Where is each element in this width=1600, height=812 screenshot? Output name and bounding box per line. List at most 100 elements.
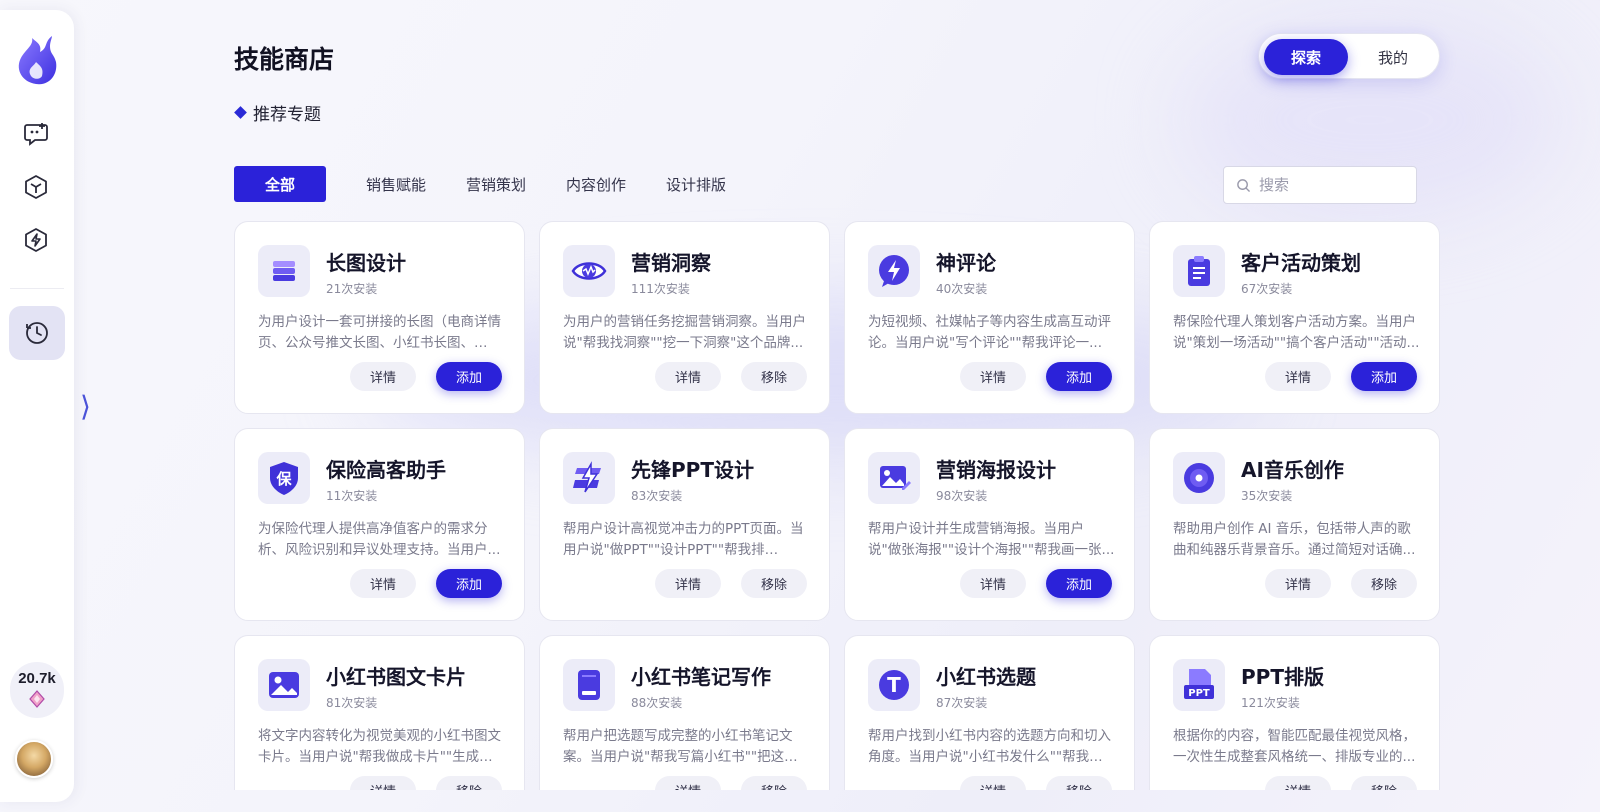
search-icon xyxy=(1237,178,1250,192)
details-button[interactable]: 详情 xyxy=(960,569,1026,598)
add-button[interactable]: 添加 xyxy=(436,569,502,598)
skill-description: 帮用户把选题写成完整的小红书笔记文案。当用户说"帮我写篇小红书""把这个... xyxy=(563,728,793,765)
skill-title: PPT排版 xyxy=(1241,665,1324,689)
notebook-icon xyxy=(563,659,615,711)
cube-icon[interactable] xyxy=(19,170,53,204)
skill-actions: 详情 移除 xyxy=(1265,569,1417,598)
skill-description: 为短视频、社媒帖子等内容生成高互动评论。当用户说"写个评论""帮我评论一... xyxy=(868,314,1111,351)
skill-actions: 详情 移除 xyxy=(655,569,807,598)
flame-logo-icon[interactable] xyxy=(14,32,60,88)
eye-icon xyxy=(563,245,615,297)
skill-description: 根据你的内容，智能匹配最佳视觉风格，一次性生成整套风格统一、排版专业的... xyxy=(1173,728,1416,765)
details-button[interactable]: 详情 xyxy=(350,362,416,391)
expand-sidebar-chevron-icon[interactable]: ⟩ xyxy=(80,390,91,423)
skill-card-8[interactable]: 小红书图文卡片 81次安装 将文字内容转化为视觉美观的小红书图文卡片。当用户说"… xyxy=(234,635,525,790)
skill-installs: 83次安装 xyxy=(631,489,683,503)
skill-description: 帮用户找到小红书内容的选题方向和切入角度。当用户说"小红书发什么""帮我想... xyxy=(868,728,1111,765)
skill-installs: 121次安装 xyxy=(1241,696,1300,710)
svg-text:保: 保 xyxy=(275,470,292,488)
svg-text:PPT: PPT xyxy=(1188,688,1210,699)
details-button[interactable]: 详情 xyxy=(1265,569,1331,598)
shield-icon: 保 xyxy=(258,452,310,504)
details-button[interactable]: 详情 xyxy=(655,362,721,391)
details-button[interactable]: 详情 xyxy=(960,776,1026,790)
skill-description: 帮助用户创作 AI 音乐，包括带人声的歌曲和纯器乐背景音乐。通过简短对话确... xyxy=(1173,521,1416,558)
svg-text:T: T xyxy=(887,673,901,697)
add-button[interactable]: 添加 xyxy=(1351,362,1417,391)
tab-sales[interactable]: 销售赋能 xyxy=(366,166,426,202)
mine-button[interactable]: 我的 xyxy=(1351,39,1435,75)
lightning-icon[interactable] xyxy=(19,223,53,257)
remove-button[interactable]: 移除 xyxy=(1046,776,1112,790)
remove-button[interactable]: 移除 xyxy=(436,776,502,790)
lightning-bubble-icon xyxy=(868,245,920,297)
skill-card-5[interactable]: 先锋PPT设计 83次安装 帮用户设计高视觉冲击力的PPT页面。当用户说"做PP… xyxy=(539,428,830,621)
skill-installs: 11次安装 xyxy=(326,489,378,503)
skill-card-6[interactable]: 营销海报设计 98次安装 帮用户设计并生成营销海报。当用户说"做张海报""设计个… xyxy=(844,428,1135,621)
add-button[interactable]: 添加 xyxy=(436,362,502,391)
tab-marketing[interactable]: 营销策划 xyxy=(466,166,526,202)
layers-icon xyxy=(258,245,310,297)
search-box[interactable] xyxy=(1223,166,1417,204)
search-input[interactable] xyxy=(1259,176,1399,194)
remove-button[interactable]: 移除 xyxy=(741,569,807,598)
tab-all[interactable]: 全部 xyxy=(234,166,326,202)
skill-title: 小红书选题 xyxy=(936,665,1036,689)
details-button[interactable]: 详情 xyxy=(655,776,721,790)
details-button[interactable]: 详情 xyxy=(350,776,416,790)
skill-installs: 88次安装 xyxy=(631,696,683,710)
skill-description: 为用户设计一套可拼接的长图（电商详情页、公众号推文长图、小红书长图、H5... xyxy=(258,314,501,351)
clipboard-icon xyxy=(1173,245,1225,297)
skill-installs: 98次安装 xyxy=(936,489,988,503)
skill-title: 先锋PPT设计 xyxy=(631,458,754,482)
skill-title: 小红书笔记写作 xyxy=(631,665,771,689)
skill-actions: 详情 移除 xyxy=(655,362,807,391)
remove-button[interactable]: 移除 xyxy=(1351,569,1417,598)
image-edit-icon xyxy=(868,452,920,504)
skill-card-9[interactable]: 小红书笔记写作 88次安装 帮用户把选题写成完整的小红书笔记文案。当用户说"帮我… xyxy=(539,635,830,790)
skill-description: 为用户的营销任务挖掘营销洞察。当用户说"帮我找洞察""挖一下洞察"这个品牌... xyxy=(563,314,806,351)
skills-grid-viewport: 长图设计 21次安装 为用户设计一套可拼接的长图（电商详情页、公众号推文长图、小… xyxy=(234,221,1444,790)
skill-actions: 详情 添加 xyxy=(960,362,1112,391)
history-icon[interactable] xyxy=(9,306,65,360)
skill-title: 小红书图文卡片 xyxy=(326,665,466,689)
skill-title: AI音乐创作 xyxy=(1241,458,1344,482)
skill-actions: 详情 移除 xyxy=(350,776,502,790)
skill-card-7[interactable]: AI音乐创作 35次安装 帮助用户创作 AI 音乐，包括带人声的歌曲和纯器乐背景… xyxy=(1149,428,1440,621)
details-button[interactable]: 详情 xyxy=(350,569,416,598)
remove-button[interactable]: 移除 xyxy=(741,362,807,391)
skill-title: 保险高客助手 xyxy=(326,458,446,482)
skill-card-4[interactable]: 保 保险高客助手 11次安装 为保险代理人提供高净值客户的需求分析、风险识别和异… xyxy=(234,428,525,621)
tab-content[interactable]: 内容创作 xyxy=(566,166,626,202)
remove-button[interactable]: 移除 xyxy=(741,776,807,790)
remove-button[interactable]: 移除 xyxy=(1351,776,1417,790)
explore-button[interactable]: 探索 xyxy=(1264,39,1348,75)
skill-actions: 详情 添加 xyxy=(1265,362,1417,391)
sidebar: 20.7k xyxy=(0,10,74,802)
explore-mine-toggle: 探索 我的 xyxy=(1258,33,1440,79)
credits-value: 20.7k xyxy=(18,670,56,687)
details-button[interactable]: 详情 xyxy=(1265,362,1331,391)
details-button[interactable]: 详情 xyxy=(655,569,721,598)
skill-card-2[interactable]: 神评论 40次安装 为短视频、社媒帖子等内容生成高互动评论。当用户说"写个评论"… xyxy=(844,221,1135,414)
diamond-bullet-icon xyxy=(234,106,247,119)
skill-card-0[interactable]: 长图设计 21次安装 为用户设计一套可拼接的长图（电商详情页、公众号推文长图、小… xyxy=(234,221,525,414)
sidebar-divider xyxy=(10,288,64,289)
skill-card-3[interactable]: 客户活动策划 67次安装 帮保险代理人策划客户活动方案。当用户说"策划一场活动"… xyxy=(1149,221,1440,414)
new-chat-icon[interactable] xyxy=(19,117,53,151)
avatar[interactable] xyxy=(15,740,53,778)
add-button[interactable]: 添加 xyxy=(1046,569,1112,598)
text-t-icon: T xyxy=(868,659,920,711)
details-button[interactable]: 详情 xyxy=(960,362,1026,391)
skill-card-1[interactable]: 营销洞察 111次安装 为用户的营销任务挖掘营销洞察。当用户说"帮我找洞察""挖… xyxy=(539,221,830,414)
tab-design[interactable]: 设计排版 xyxy=(666,166,726,202)
recommended-topics[interactable]: 推荐专题 xyxy=(234,100,321,125)
skill-card-11[interactable]: PPT PPT排版 121次安装 根据你的内容，智能匹配最佳视觉风格，一次性生成… xyxy=(1149,635,1440,790)
skill-actions: 详情 移除 xyxy=(1265,776,1417,790)
credits-badge[interactable]: 20.7k xyxy=(10,662,64,718)
skill-card-10[interactable]: T 小红书选题 87次安装 帮用户找到小红书内容的选题方向和切入角度。当用户说"… xyxy=(844,635,1135,790)
skill-title: 营销海报设计 xyxy=(936,458,1056,482)
skill-installs: 81次安装 xyxy=(326,696,378,710)
add-button[interactable]: 添加 xyxy=(1046,362,1112,391)
details-button[interactable]: 详情 xyxy=(1265,776,1331,790)
